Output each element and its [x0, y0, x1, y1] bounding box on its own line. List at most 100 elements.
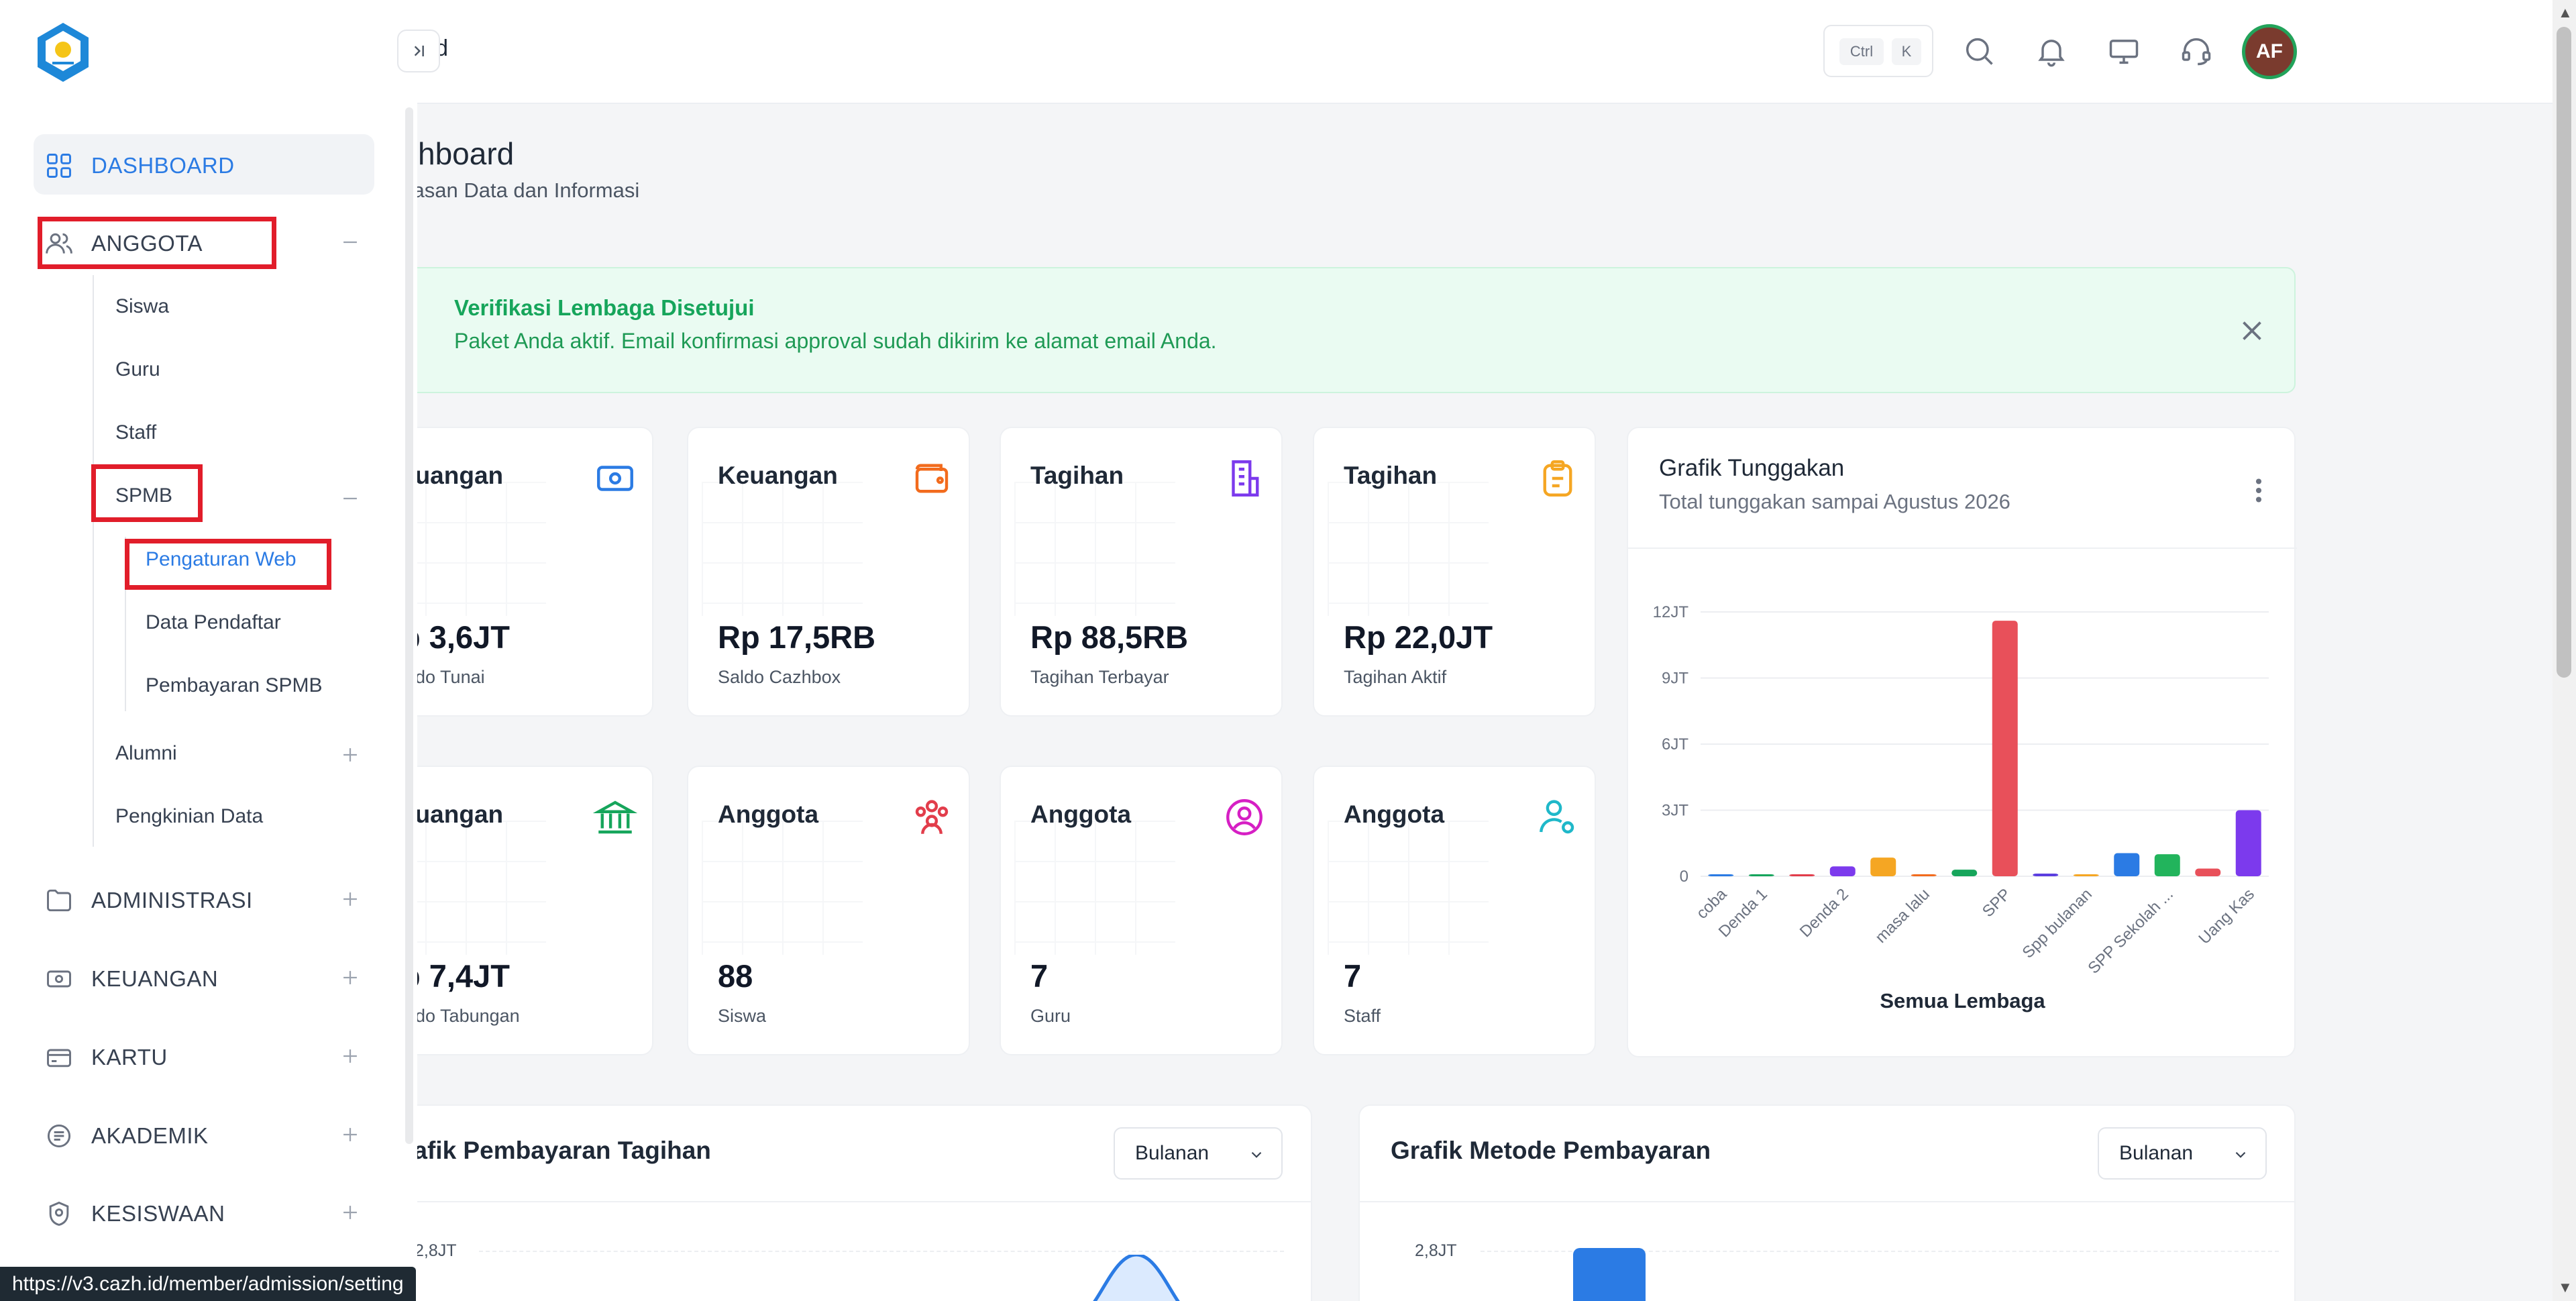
sidebar: DASHBOARD ANGGOTA Siswa Guru Staff SPMB …	[0, 0, 417, 1301]
chart-x-label: Semua Lembaga	[1880, 989, 2045, 1012]
chart-subtitle: Total tunggakan sampai Agustus 2026	[1659, 490, 2010, 513]
scroll-up-icon[interactable]: ▲	[2558, 4, 2573, 21]
scrollbar-thumb[interactable]	[2557, 27, 2571, 678]
plus-icon[interactable]	[339, 966, 362, 989]
clipboard-icon	[1543, 460, 1572, 497]
plus-icon[interactable]	[339, 1045, 362, 1068]
money-icon	[47, 970, 71, 988]
stat-card-staff[interactable]: Anggota 7 Staff	[1313, 766, 1596, 1055]
card-value: Rp 22,0JT	[1344, 619, 1493, 655]
stat-card-saldo-cazhbox[interactable]: Keuangan Rp 17,5RB Saldo Cazhbox	[687, 427, 970, 717]
money-icon	[597, 466, 633, 491]
group-icon	[915, 800, 949, 834]
sidebar-subitem-siswa[interactable]: Siswa	[115, 295, 169, 318]
card-title: Keuangan	[718, 462, 838, 489]
bar[interactable]	[2073, 874, 2099, 876]
bar[interactable]	[2235, 810, 2261, 877]
wallet-icon	[915, 464, 949, 493]
plus-icon[interactable]	[339, 888, 362, 910]
bar	[1573, 1248, 1646, 1301]
highlight-box	[125, 539, 331, 590]
sidebar-item-dashboard[interactable]: DASHBOARD	[34, 134, 374, 195]
metode-pembayaran-panel: Grafik Metode Pembayaran Bulanan 2,8JT	[1358, 1104, 2296, 1301]
card-value: 7	[1344, 958, 1362, 994]
sidebar-scrollbar[interactable]	[405, 107, 413, 1144]
bar[interactable]	[1789, 874, 1815, 876]
sidebar-subitem-alumni[interactable]: Alumni	[115, 742, 177, 765]
bar[interactable]	[1708, 874, 1734, 876]
y-tick: 2,8JT	[1415, 1241, 1457, 1260]
period-select[interactable]: Bulanan	[2098, 1127, 2267, 1180]
search-shortcut-button[interactable]: Ctrl K	[1823, 25, 1933, 77]
card-title: euangan	[402, 462, 504, 489]
sidebar-item-kesiswaan[interactable]: KESISWAAN	[34, 1182, 374, 1243]
minus-icon[interactable]	[339, 231, 362, 254]
sidebar-item-label: ADMINISTRASI	[91, 888, 253, 913]
sidebar-item-label: AKADEMIK	[91, 1123, 209, 1148]
bar[interactable]	[2033, 874, 2059, 876]
plus-icon[interactable]	[339, 1123, 362, 1146]
sidebar-item-kartu[interactable]: KARTU	[34, 1026, 374, 1086]
sidebar-subitem-pembayaran-spmb[interactable]: Pembayaran SPMB	[146, 674, 322, 697]
sidebar-item-akademik[interactable]: AKADEMIK	[34, 1104, 374, 1165]
card-label: Siswa	[718, 1006, 767, 1026]
card-value: 7	[1030, 958, 1049, 994]
stat-card-saldo-tabungan[interactable]: euangan p 7,4JT aldo Tabungan	[402, 766, 653, 1055]
tunggakan-bar-chart: 03JT6JT9JT12JTcobaDenda 1 Denda 2 masa lal…	[1653, 603, 2269, 978]
sidebar-item-label: DASHBOARD	[91, 153, 235, 178]
bar[interactable]	[2195, 868, 2221, 876]
card-title: Anggota	[718, 800, 819, 828]
panel-title: Grafik Metode Pembayaran	[1391, 1137, 1711, 1164]
sidebar-item-administrasi[interactable]: ADMINISTRASI	[34, 869, 374, 929]
bar[interactable]	[1748, 874, 1774, 876]
stat-card-saldo-tunai[interactable]: euangan p 3,6JT aldo Tunai	[402, 427, 653, 717]
collapse-sidebar-button[interactable]	[397, 30, 440, 72]
chevron-down-icon	[2235, 1151, 2246, 1158]
sidebar-item-label: KARTU	[91, 1045, 168, 1070]
card-label: aldo Tabungan	[402, 1006, 520, 1026]
card-label: Staff	[1344, 1006, 1381, 1026]
stat-card-tagihan-aktif[interactable]: Tagihan Rp 22,0JT Tagihan Aktif	[1313, 427, 1596, 717]
bar[interactable]	[2114, 853, 2140, 876]
close-icon[interactable]	[2235, 314, 2269, 348]
sidebar-subitem-pengkinian-data[interactable]: Pengkinian Data	[115, 805, 263, 828]
sidebar-item-keuangan[interactable]: KEUANGAN	[34, 947, 374, 1008]
bar[interactable]	[1829, 866, 1856, 876]
sidebar-subitem-staff[interactable]: Staff	[115, 421, 156, 444]
bar[interactable]	[1911, 874, 1937, 876]
pembayaran-tagihan-panel: rafik Pembayaran Tagihan Bulanan 2,8JT	[402, 1104, 1312, 1301]
x-tick-label: Spp bulanan	[2019, 885, 2096, 961]
period-select[interactable]: Bulanan	[1114, 1127, 1283, 1180]
headset-icon[interactable]	[2179, 34, 2214, 68]
chart-title: Grafik Tunggakan	[1659, 455, 1845, 481]
chevron-down-icon	[1251, 1151, 1262, 1158]
scroll-down-icon[interactable]: ▼	[2558, 1279, 2573, 1296]
x-tick-label: SPP Sekolah ...	[2084, 885, 2177, 978]
monitor-icon[interactable]	[2106, 34, 2141, 68]
bell-icon[interactable]	[2034, 34, 2069, 68]
sidebar-subitem-guru[interactable]: Guru	[115, 358, 160, 381]
avatar[interactable]: AF	[2242, 24, 2297, 79]
card-label: Saldo Cazhbox	[718, 667, 841, 687]
y-tick-label: 9JT	[1662, 670, 1688, 688]
stat-card-tagihan-terbayar[interactable]: Tagihan Rp 88,5RB Tagihan Terbayar	[1000, 427, 1283, 717]
tunggakan-chart-card: Grafik Tunggakan Total tunggakan sampai …	[1627, 427, 2297, 1057]
book-icon	[47, 1124, 71, 1148]
sidebar-subitem-data-pendaftar[interactable]: Data Pendaftar	[146, 611, 281, 634]
bar[interactable]	[1951, 870, 1978, 876]
bar[interactable]	[1870, 857, 1896, 876]
plus-icon[interactable]	[339, 743, 362, 766]
select-value: Bulanan	[1135, 1142, 1210, 1164]
bar[interactable]	[2154, 854, 2180, 876]
y-tick: 2,8JT	[415, 1241, 457, 1260]
stat-card-guru[interactable]: Anggota 7 Guru	[1000, 766, 1283, 1055]
plus-icon[interactable]	[339, 1201, 362, 1224]
window-scrollbar[interactable]: ▲ ▼	[2553, 0, 2576, 1301]
folder-icon	[47, 889, 71, 912]
more-vertical-icon[interactable]	[2245, 472, 2272, 509]
stat-card-siswa[interactable]: Anggota 88 Siswa	[687, 766, 970, 1055]
minus-icon[interactable]	[339, 487, 362, 510]
bar[interactable]	[1992, 621, 2018, 876]
search-icon[interactable]	[1962, 34, 1996, 68]
x-tick-label: SPP	[1979, 885, 2015, 921]
